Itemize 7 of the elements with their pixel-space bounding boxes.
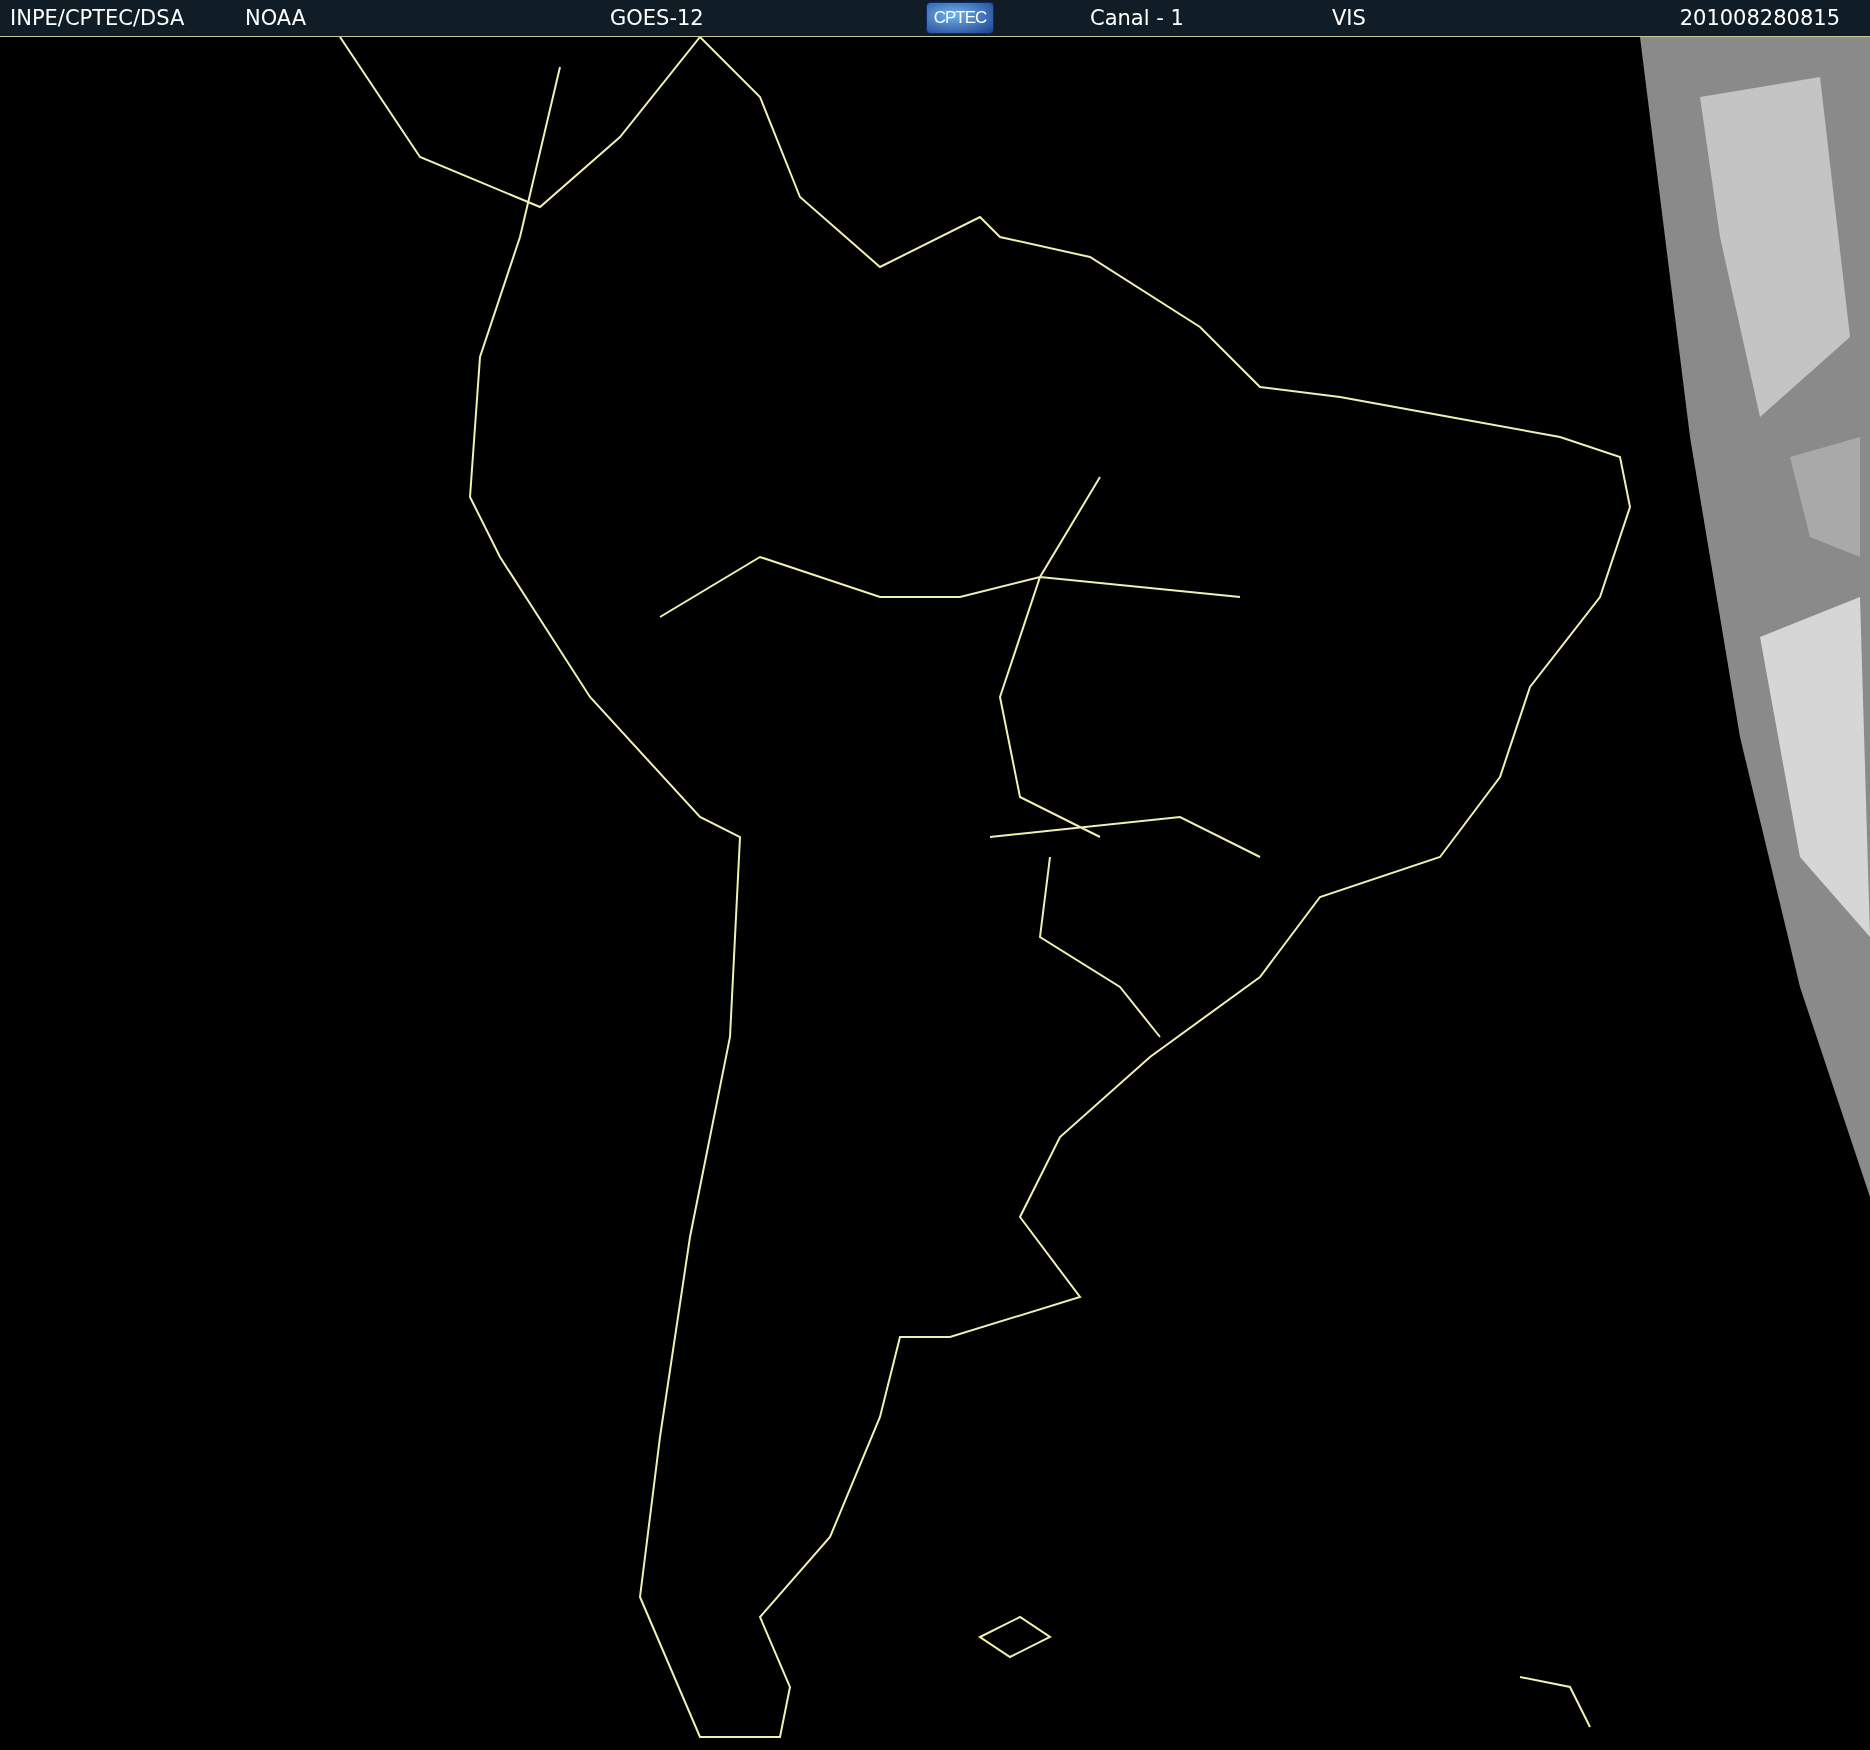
satellite-label: GOES-12 xyxy=(610,6,705,30)
timestamp-label: 201008280815 xyxy=(1679,6,1840,30)
band-label: VIS xyxy=(1332,6,1367,30)
agency-label: NOAA xyxy=(245,6,308,30)
channel-label: Canal - 1 xyxy=(1090,6,1185,30)
logo: CPTEC xyxy=(926,2,994,34)
source-label: INPE/CPTEC/DSA xyxy=(10,6,186,30)
